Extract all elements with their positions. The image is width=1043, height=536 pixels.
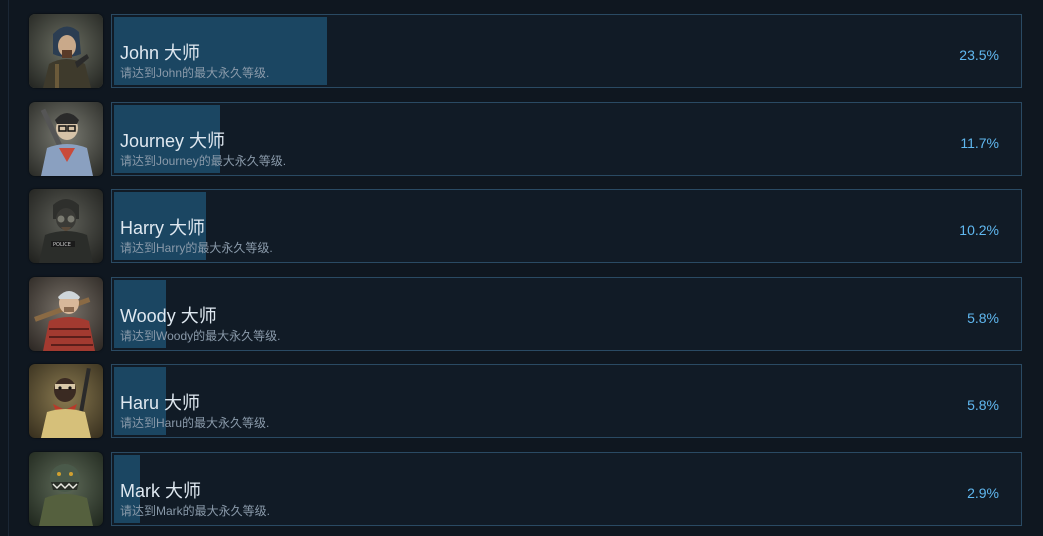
achievement-progress-bar: Journey 大师 请达到Journey的最大永久等级. 11.7% [111, 102, 1022, 176]
achievement-description: 请达到Harry的最大永久等级. [120, 241, 273, 255]
achievement-row[interactable]: Haru 大师 请达到Haru的最大永久等级. 5.8% [29, 364, 1025, 442]
john-portrait-icon [29, 14, 103, 88]
achievement-description: 请达到Journey的最大永久等级. [120, 154, 287, 168]
unlock-percentage: 23.5% [959, 47, 999, 63]
achievement-title: Woody 大师 [120, 306, 217, 326]
achievement-progress-bar: Mark 大师 请达到Mark的最大永久等级. 2.9% [111, 452, 1022, 526]
achievement-title: Harry 大师 [120, 218, 205, 238]
achievement-row[interactable]: Journey 大师 请达到Journey的最大永久等级. 11.7% [29, 102, 1025, 180]
harry-portrait-icon: POLICE [29, 189, 103, 263]
achievement-progress-bar: Woody 大师 请达到Woody的最大永久等级. 5.8% [111, 277, 1022, 351]
achievement-row[interactable]: POLICE Harry 大师 请达到Harry的最大永久等级. 10.2% [29, 189, 1025, 267]
achievement-progress-bar: John 大师 请达到John的最大永久等级. 23.5% [111, 14, 1022, 88]
panel-divider [8, 0, 9, 536]
unlock-percentage: 10.2% [959, 222, 999, 238]
achievement-description: 请达到John的最大永久等级. [120, 66, 270, 80]
achievement-title: Journey 大师 [120, 131, 226, 151]
woody-portrait-icon [29, 277, 103, 351]
achievement-title: Mark 大师 [120, 481, 201, 501]
achievement-description: 请达到Woody的最大永久等级. [120, 329, 281, 343]
svg-text:POLICE: POLICE [53, 242, 71, 248]
unlock-percentage: 2.9% [967, 485, 999, 501]
achievement-progress-bar: Haru 大师 请达到Haru的最大永久等级. 5.8% [111, 364, 1022, 438]
achievement-description: 请达到Haru的最大永久等级. [120, 416, 270, 430]
mark-portrait-icon [29, 452, 103, 526]
achievement-progress-bar: Harry 大师 请达到Harry的最大永久等级. 10.2% [111, 189, 1022, 263]
haru-portrait-icon [29, 364, 103, 438]
achievement-title: John 大师 [120, 43, 201, 63]
achievement-panel: John 大师 请达到John的最大永久等级. 23.5% Journey 大师… [0, 0, 1043, 536]
achievement-title: Haru 大师 [120, 393, 201, 413]
unlock-percentage: 5.8% [967, 397, 999, 413]
achievement-row[interactable]: John 大师 请达到John的最大永久等级. 23.5% [29, 14, 1025, 92]
achievement-row[interactable]: Woody 大师 请达到Woody的最大永久等级. 5.8% [29, 277, 1025, 355]
unlock-percentage: 11.7% [960, 135, 999, 151]
achievement-row[interactable]: Mark 大师 请达到Mark的最大永久等级. 2.9% [29, 452, 1025, 530]
achievement-description: 请达到Mark的最大永久等级. [120, 504, 271, 518]
journey-portrait-icon [29, 102, 103, 176]
unlock-percentage: 5.8% [967, 310, 999, 326]
